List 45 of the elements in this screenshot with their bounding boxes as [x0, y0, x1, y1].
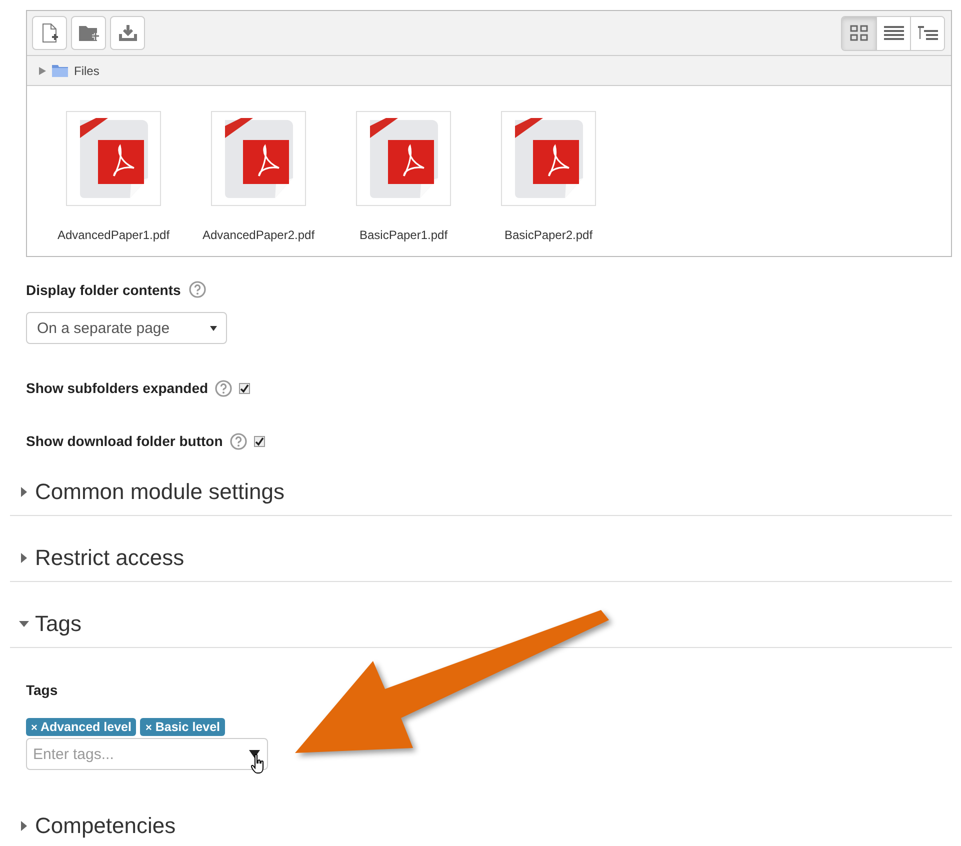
tag-badge[interactable]: × Advanced level — [26, 718, 136, 736]
option-label: Show download folder button — [26, 433, 223, 449]
download-button[interactable] — [110, 16, 145, 50]
list-icon — [884, 25, 904, 41]
section-header[interactable]: Competencies — [10, 784, 952, 846]
help-icon[interactable] — [215, 380, 232, 396]
dropdown-caret-icon — [210, 326, 217, 330]
folder-icon — [52, 64, 68, 77]
add-file-button[interactable] — [32, 16, 67, 50]
view-mode-button[interactable] — [842, 16, 876, 50]
add-folder-button[interactable] — [71, 16, 106, 50]
pdf-file-thumbnail[interactable] — [211, 111, 306, 206]
expand-arrow-icon — [19, 552, 29, 562]
download-icon — [118, 24, 138, 42]
field-label: Tags — [26, 682, 58, 698]
expand-arrow-icon — [19, 820, 29, 830]
collapse-arrow-icon — [19, 618, 29, 628]
help-icon[interactable] — [188, 281, 206, 298]
pdf-file-thumbnail[interactable] — [356, 111, 451, 206]
section-header[interactable]: Restrict access — [10, 516, 952, 582]
expand-arrow-icon — [19, 486, 29, 496]
tag-badge[interactable]: × Basic level — [140, 718, 226, 736]
folder-plus-icon — [78, 24, 100, 42]
checkbox[interactable] — [239, 382, 250, 394]
view-mode-button[interactable] — [876, 16, 910, 50]
pdf-file-thumbnail[interactable] — [501, 111, 596, 206]
hand-cursor-icon — [251, 754, 265, 774]
file-name: AdvancedPaper1.pdf — [57, 228, 170, 242]
option-label: Show subfolders expanded — [26, 380, 208, 396]
file-name: BasicPaper2.pdf — [504, 228, 593, 242]
pdf-file-thumbnail[interactable] — [66, 111, 161, 206]
tree-list-icon — [918, 25, 938, 41]
file-name: AdvancedPaper2.pdf — [202, 228, 315, 242]
help-icon[interactable] — [230, 432, 247, 450]
tags-input-field[interactable]: Enter tags... — [26, 738, 268, 770]
grid-icon — [850, 25, 868, 41]
dropdown-select[interactable]: On a separate page — [26, 312, 227, 344]
field-label: Display folder contents — [26, 282, 181, 298]
view-mode-button[interactable] — [910, 16, 944, 50]
add-file-icon — [40, 23, 58, 43]
expand-arrow-icon[interactable] — [39, 66, 46, 74]
file-name: BasicPaper1.pdf — [359, 228, 448, 242]
checkbox[interactable] — [254, 436, 265, 446]
breadcrumb-link[interactable]: Files — [74, 64, 100, 78]
section-header[interactable]: Common module settings — [10, 450, 952, 516]
